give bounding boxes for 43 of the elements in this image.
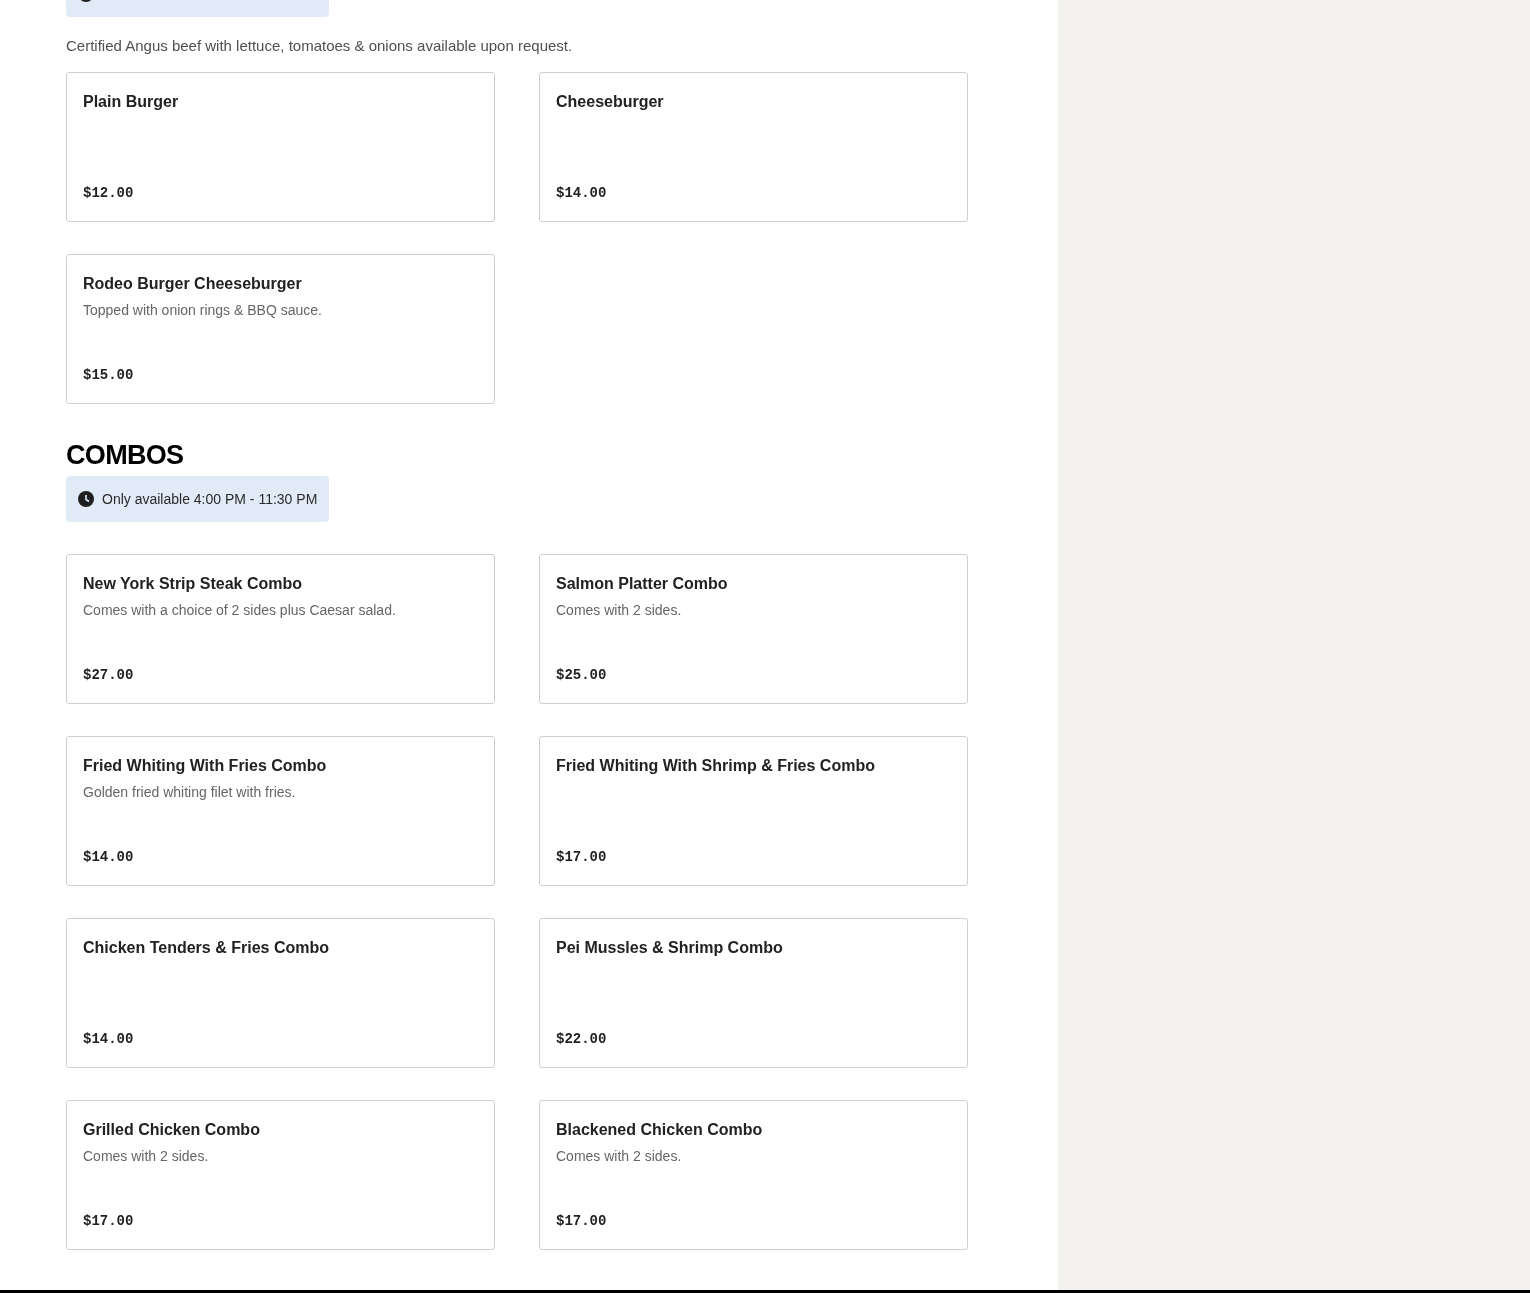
item-price: $14.00 (83, 1030, 134, 1049)
item-name: Chicken Tenders & Fries Combo (83, 938, 329, 958)
menu-item-card[interactable]: Cheeseburger $14.00 (539, 72, 968, 222)
item-price: $25.00 (556, 666, 607, 685)
item-name: New York Strip Steak Combo (83, 574, 302, 594)
item-price: $14.00 (556, 184, 607, 203)
item-description: Topped with onion rings & BBQ sauce. (83, 301, 322, 319)
item-name: Rodeo Burger Cheeseburger (83, 274, 302, 294)
availability-text: Only available 4:00 PM - 11:30 PM (102, 489, 318, 509)
item-name: Salmon Platter Combo (556, 574, 728, 594)
item-description: Comes with 2 sides. (556, 1147, 682, 1165)
clock-icon (78, 491, 94, 507)
item-description: Comes with 2 sides. (556, 601, 682, 619)
item-name: Plain Burger (83, 92, 179, 112)
menu-item-card[interactable]: Rodeo Burger Cheeseburger Topped with onion rings & BBQ sauce. $15.00 (66, 254, 495, 404)
item-name: Cheeseburger (556, 92, 664, 112)
item-description: Golden fried whiting filet with fries. (83, 783, 296, 801)
item-price: $22.00 (556, 1030, 607, 1049)
section-heading: COMBOS (66, 440, 184, 470)
item-description: Comes with a choice of 2 sides plus Caesar salad. (83, 601, 396, 619)
menu-item-card[interactable]: Blackened Chicken Combo Comes with 2 sides. $17.00 (539, 1100, 968, 1250)
item-name: Pei Mussles & Shrimp Combo (556, 938, 783, 958)
menu-item-card[interactable]: Chicken Tenders & Fries Combo $14.00 (66, 918, 495, 1068)
menu-item-card[interactable]: Fried Whiting With Fries Combo Golden fried whiting filet with fries. $14.00 (66, 736, 495, 886)
item-name: Blackened Chicken Combo (556, 1120, 763, 1140)
item-description: Comes with 2 sides. (83, 1147, 209, 1165)
item-price: $17.00 (83, 1212, 134, 1231)
menu-item-card[interactable]: Fried Whiting With Shrimp & Fries Combo $17.00 (539, 736, 968, 886)
item-price: $12.00 (83, 184, 134, 203)
item-name: Fried Whiting With Shrimp & Fries Combo (556, 756, 875, 776)
item-price: $15.00 (83, 366, 134, 385)
item-price: $17.00 (556, 1212, 607, 1231)
item-price: $17.00 (556, 848, 607, 867)
menu-item-card[interactable]: Grilled Chicken Combo Comes with 2 sides. $17.00 (66, 1100, 495, 1250)
menu-item-card[interactable]: Plain Burger $12.00 (66, 72, 495, 222)
item-name: Fried Whiting With Fries Combo (83, 756, 327, 776)
menu-item-card[interactable]: Salmon Platter Combo Comes with 2 sides. $25.00 (539, 554, 968, 704)
item-price: $14.00 (83, 848, 134, 867)
item-price: $27.00 (83, 666, 134, 685)
menu-item-card[interactable]: Pei Mussles & Shrimp Combo $22.00 (539, 918, 968, 1068)
section-description: Certified Angus beef with lettuce, tomatoes & onions available upon request. (66, 36, 574, 56)
item-name: Grilled Chicken Combo (83, 1120, 260, 1140)
menu-item-card[interactable]: New York Strip Steak Combo Comes with a choice of 2 sides plus Caesar salad. $27.00 (66, 554, 495, 704)
